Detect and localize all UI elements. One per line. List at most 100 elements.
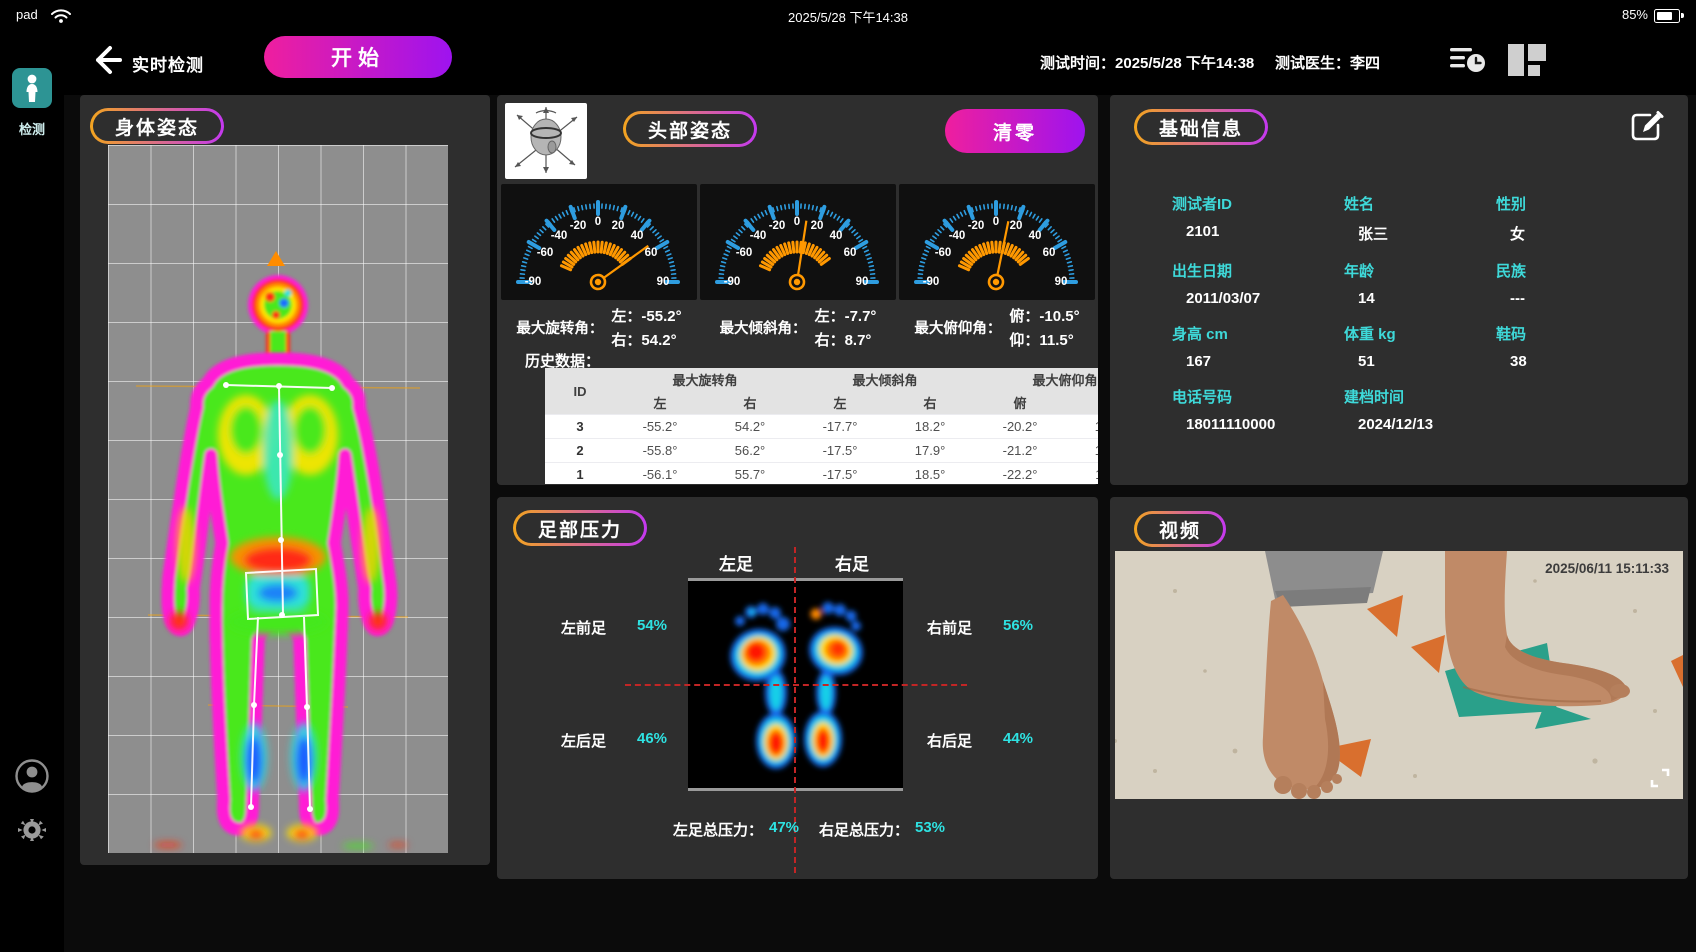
status-datetime: 2025/5/28 下午14:38 xyxy=(788,7,908,26)
field-name: 姓名张三 xyxy=(1344,193,1496,244)
field-phone: 电话号码18011110000 xyxy=(1172,386,1344,433)
svg-text:0: 0 xyxy=(993,216,999,228)
svg-text:60: 60 xyxy=(1043,247,1056,259)
layout-grid-icon[interactable] xyxy=(1506,42,1548,83)
svg-text:-20: -20 xyxy=(968,220,985,232)
col-id: ID xyxy=(545,368,615,415)
tilt-right: 右：8.7° xyxy=(815,329,877,350)
video-timestamp: 2025/06/11 15:11:33 xyxy=(1545,561,1669,576)
right-rearfoot-label: 右后足 xyxy=(927,730,972,751)
gauge-pitch: -90 -60 -40 -20 0 20 40 60 90 xyxy=(899,184,1095,300)
detect-person-icon xyxy=(12,68,52,108)
rotation-readout: 最大旋转角： 左：-55.2° 右：54.2° xyxy=(501,305,697,350)
field-shoe-size: 鞋码38 xyxy=(1496,323,1606,370)
video-frame[interactable]: 2025/06/11 15:11:33 xyxy=(1115,551,1683,799)
foot-pressure-panel: 足部压力 左足 右足 xyxy=(497,497,1098,879)
svg-text:90: 90 xyxy=(1055,276,1068,288)
field-tester-id: 测试者ID2101 xyxy=(1172,193,1344,244)
page-title: 实时检测 xyxy=(132,51,204,76)
body-posture-panel: 身体姿态 xyxy=(80,95,490,865)
svg-text:90: 90 xyxy=(657,276,670,288)
user-avatar-icon[interactable] xyxy=(14,758,50,794)
status-bar: pad 2025/5/28 下午14:38 85% xyxy=(0,0,1696,30)
col-group-pitch: 最大俯仰角 xyxy=(975,368,1098,391)
history-records-icon[interactable] xyxy=(1448,42,1488,83)
svg-text:-60: -60 xyxy=(935,247,952,259)
right-rearfoot-value: 44% xyxy=(1003,730,1033,747)
settings-gear-icon[interactable] xyxy=(14,812,50,848)
body-scan-image xyxy=(108,145,448,853)
svg-text:0: 0 xyxy=(595,216,601,228)
test-doctor: 测试医生：李四 xyxy=(1275,52,1380,73)
pitch-down: 俯：-10.5° xyxy=(1009,305,1079,326)
svg-text:20: 20 xyxy=(811,220,824,232)
battery-percent: 85% xyxy=(1622,7,1648,22)
sidebar-item-detect[interactable]: 检测 xyxy=(0,68,64,138)
foot-pressure-badge: 足部压力 xyxy=(513,510,647,546)
svg-text:0: 0 xyxy=(794,216,800,228)
left-forefoot-value: 54% xyxy=(637,617,667,634)
app-window: pad 2025/5/28 下午14:38 85% 检测 xyxy=(0,0,1696,952)
device-name: pad xyxy=(16,7,38,22)
basic-info-fields: 测试者ID2101 姓名张三 性别女 出生日期2011/03/07 年龄14 民… xyxy=(1172,193,1606,433)
field-record-date: 建档时间2024/12/13 xyxy=(1344,386,1496,433)
body-posture-badge: 身体姿态 xyxy=(90,108,224,144)
left-rearfoot-value: 46% xyxy=(637,730,667,747)
body-thermal-graphic xyxy=(108,145,448,853)
gauge-tilt: -90 -60 -40 -20 0 20 40 60 90 xyxy=(700,184,896,300)
back-arrow-icon[interactable] xyxy=(88,42,124,78)
head-axes-image xyxy=(505,103,587,179)
left-forefoot-label: 左前足 xyxy=(561,617,606,638)
edit-icon[interactable] xyxy=(1628,107,1666,145)
start-button[interactable]: 开始 xyxy=(264,36,452,78)
rotation-right: 右：54.2° xyxy=(611,329,681,350)
reset-button[interactable]: 清零 xyxy=(945,109,1085,153)
svg-text:-40: -40 xyxy=(750,230,767,242)
head-posture-panel: 头部姿态 清零 -90 -60 -40 -20 0 20 40 60 90 xyxy=(497,95,1098,485)
wifi-icon xyxy=(50,6,72,24)
left-foot-label: 左足 xyxy=(719,550,753,575)
right-forefoot-value: 56% xyxy=(1003,617,1033,634)
svg-text:-60: -60 xyxy=(736,247,753,259)
svg-text:-90: -90 xyxy=(724,276,741,288)
table-row: 2-55.8°56.2°-17.5°17.9°-21.2°12.1° xyxy=(545,439,1098,463)
table-row: 1-56.1°55.7°-17.5°18.5°-22.2°11.5° xyxy=(545,463,1098,485)
feet-photo-graphic xyxy=(1115,551,1683,799)
col-group-tilt: 最大倾斜角 xyxy=(795,368,975,391)
sidebar: 检测 xyxy=(0,30,64,952)
main-content: 身体姿态 xyxy=(64,95,1696,952)
basic-info-panel: 基础信息 测试者ID2101 姓名张三 性别女 出生日期2011/03/07 年… xyxy=(1110,95,1688,485)
table-row: 3-55.2°54.2°-17.7°18.2°-20.2°10.5° xyxy=(545,415,1098,439)
history-table[interactable]: ID 最大旋转角 最大倾斜角 最大俯仰角 左 右 左 右 俯 仰 xyxy=(545,368,1098,484)
crosshair-horizontal xyxy=(625,684,967,686)
tilt-left: 左：-7.7° xyxy=(815,305,877,326)
svg-text:90: 90 xyxy=(856,276,869,288)
svg-text:-90: -90 xyxy=(525,276,542,288)
right-total-label: 右足总压力： xyxy=(819,819,909,840)
left-total-value: 47% xyxy=(769,819,799,836)
field-birthdate: 出生日期2011/03/07 xyxy=(1172,260,1344,307)
svg-text:-90: -90 xyxy=(923,276,940,288)
left-total-label: 左足总压力： xyxy=(673,819,763,840)
left-rearfoot-label: 左后足 xyxy=(561,730,606,751)
field-gender: 性别女 xyxy=(1496,193,1606,244)
col-group-rotation: 最大旋转角 xyxy=(615,368,795,391)
tilt-readout: 最大倾斜角： 左：-7.7° 右：8.7° xyxy=(700,305,896,350)
rotation-left: 左：-55.2° xyxy=(611,305,681,326)
fullscreen-icon[interactable] xyxy=(1649,767,1671,789)
right-forefoot-label: 右前足 xyxy=(927,617,972,638)
svg-text:40: 40 xyxy=(631,230,644,242)
header-bar: 实时检测 开始 测试时间：2025/5/28 下午14:38 测试医生：李四 xyxy=(64,30,1696,95)
head-posture-badge: 头部姿态 xyxy=(623,111,757,147)
svg-text:-40: -40 xyxy=(551,230,568,242)
video-panel: 视频 xyxy=(1110,497,1688,879)
svg-text:-40: -40 xyxy=(949,230,966,242)
gauge-rotation: -90 -60 -40 -20 0 20 40 60 90 xyxy=(501,184,697,300)
svg-text:60: 60 xyxy=(645,247,658,259)
field-height: 身高 cm167 xyxy=(1172,323,1344,370)
svg-text:20: 20 xyxy=(1010,220,1023,232)
battery-icon xyxy=(1654,9,1680,23)
basic-info-badge: 基础信息 xyxy=(1134,109,1268,145)
svg-text:20: 20 xyxy=(612,220,625,232)
pitch-up: 仰：11.5° xyxy=(1009,329,1079,350)
